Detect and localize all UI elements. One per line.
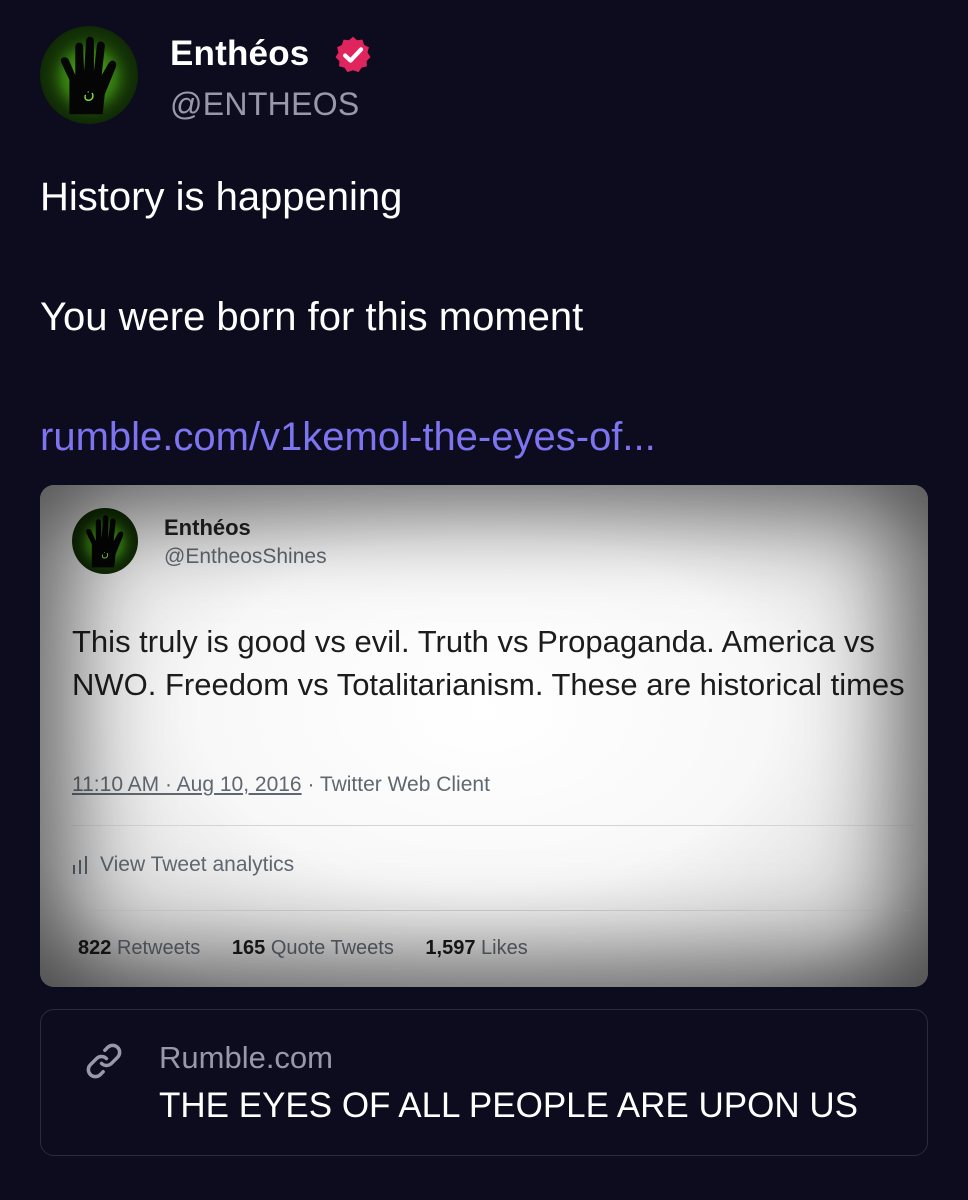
- author-handle[interactable]: @ENTHEOS: [170, 86, 360, 123]
- likes-label: Likes: [481, 937, 528, 959]
- embedded-display-name: Enthéos: [164, 515, 251, 540]
- post: ن Enthéos @ENTHEOS History is happening …: [0, 0, 968, 1200]
- quotes-count: 165: [231, 937, 266, 959]
- retweets-count: 822: [78, 937, 112, 959]
- embedded-avatar: ن: [72, 508, 138, 574]
- hand-icon: ن: [43, 31, 135, 123]
- author-avatar[interactable]: ن: [40, 26, 138, 124]
- verified-badge-icon: [335, 36, 371, 73]
- attached-image[interactable]: ن Enthéos @EntheosShines This truly is g…: [40, 485, 928, 987]
- embedded-handle: @EntheosShines: [164, 545, 327, 568]
- divider: [72, 825, 914, 826]
- quotes-label: Quote Tweets: [270, 937, 394, 959]
- embedded-analytics: View Tweet analytics: [72, 853, 294, 877]
- embedded-analytics-label: View Tweet analytics: [100, 853, 295, 876]
- retweets-stat: 822 Retweets: [78, 937, 200, 959]
- svg-text:ن: ن: [83, 84, 95, 103]
- likes-stat: 1,597 Likes: [425, 937, 527, 959]
- hand-icon: ن: [74, 511, 136, 573]
- link-card-domain: Rumble.com: [159, 1040, 333, 1075]
- embedded-tweet-text: This truly is good vs evil. Truth vs Pro…: [72, 624, 905, 702]
- post-text-line-1: History is happening: [40, 175, 403, 219]
- embedded-stats: 822 Retweets 165 Quote Tweets 1,597 Like…: [78, 937, 554, 960]
- embedded-timestamp: 11:10 AM · Aug 10, 2016: [72, 773, 302, 796]
- divider: [72, 910, 914, 911]
- svg-text:ن: ن: [101, 548, 109, 560]
- embedded-meta: 11:10 AM · Aug 10, 2016 · Twitter Web Cl…: [72, 773, 490, 797]
- link-preview-card[interactable]: Rumble.com THE EYES OF ALL PEOPLE ARE UP…: [40, 1009, 928, 1156]
- link-icon: [86, 1043, 122, 1079]
- embedded-client: · Twitter Web Client: [301, 773, 490, 796]
- author-display-name[interactable]: Enthéos: [170, 34, 309, 74]
- post-text-line-2: You were born for this moment: [40, 295, 584, 339]
- likes-count: 1,597: [425, 937, 476, 959]
- post-link[interactable]: rumble.com/v1kemol-the-eyes-of...: [40, 415, 656, 460]
- quotes-stat: 165 Quote Tweets: [232, 937, 394, 959]
- link-card-title: THE EYES OF ALL PEOPLE ARE UPON US: [159, 1086, 858, 1125]
- analytics-icon: [73, 856, 87, 875]
- retweets-label: Retweets: [116, 937, 201, 959]
